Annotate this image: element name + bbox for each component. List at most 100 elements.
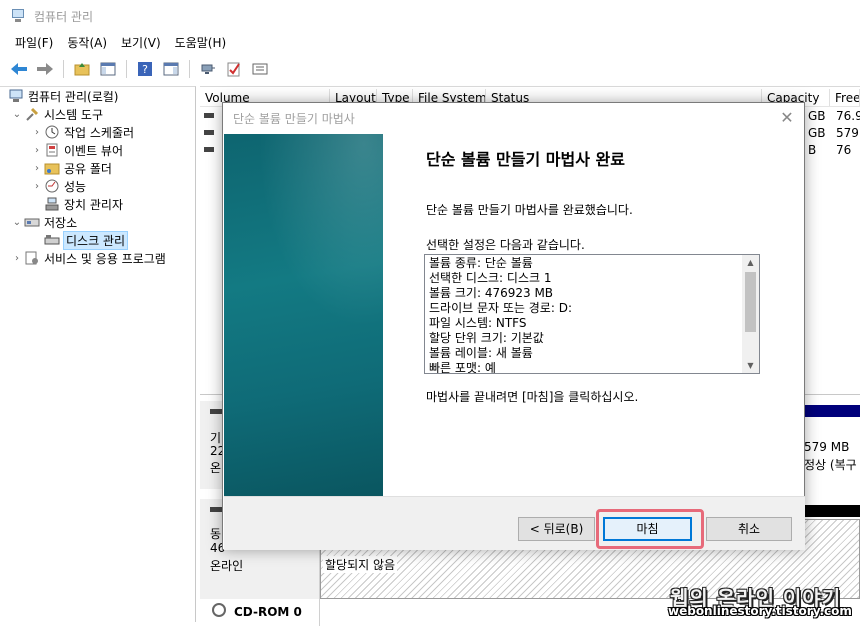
expand-chevron-icon[interactable]: › <box>30 127 44 138</box>
volume-capacity: GB <box>808 109 826 123</box>
tree-item-storage[interactable]: ⌄ 저장소 <box>10 213 77 231</box>
expand-chevron-icon[interactable]: › <box>30 145 44 156</box>
tree-label-system-tools: 시스템 도구 <box>44 107 104 122</box>
tree-item-shared-folders[interactable]: › 공유 폴더 <box>30 159 112 177</box>
partition-header-bar <box>804 405 860 417</box>
window-title: 컴퓨터 관리 <box>34 9 94 24</box>
disk-icon <box>210 507 222 512</box>
device-manager-icon <box>44 196 60 212</box>
drive-icon <box>204 130 214 135</box>
settings-summary-box[interactable]: 볼륨 종류: 단순 볼륨 선택한 디스크: 디스크 1 볼륨 크기: 47692… <box>424 254 760 374</box>
partition-size: 579 MB <box>804 440 850 454</box>
settings-label: 선택한 설정은 다음과 같습니다. <box>426 238 585 252</box>
properties-icon[interactable] <box>249 58 271 80</box>
expand-chevron-icon[interactable]: › <box>30 181 44 192</box>
disk-management-icon <box>44 232 60 248</box>
tree-label-device-manager: 장치 관리자 <box>64 197 124 212</box>
toolbar: ? <box>0 56 860 82</box>
clock-icon <box>44 124 60 140</box>
tree-label-services-apps: 서비스 및 응용 프로그램 <box>44 251 166 266</box>
expand-chevron-icon[interactable]: › <box>10 253 24 264</box>
tree-label-storage: 저장소 <box>44 215 78 230</box>
summary-lines: 볼륨 종류: 단순 볼륨 선택한 디스크: 디스크 1 볼륨 크기: 47692… <box>429 256 741 373</box>
tree-item-device-manager[interactable]: 장치 관리자 <box>44 195 123 213</box>
tree-label-shared-folders: 공유 폴더 <box>64 161 112 176</box>
collapse-chevron-icon[interactable]: ⌄ <box>10 217 24 228</box>
toolbar-separator <box>189 60 190 78</box>
menu-help[interactable]: 도움말(H) <box>168 32 234 54</box>
menu-file[interactable]: 파일(F) <box>8 32 60 54</box>
disk-icon <box>210 409 222 414</box>
back-arrow-icon[interactable] <box>8 58 30 80</box>
tree-item-root[interactable]: 컴퓨터 관리(로컬) <box>8 87 118 105</box>
watermark: 웹의 온라인 이야기 webonlinestory.tistory.com <box>660 580 860 626</box>
title-bar: 컴퓨터 관리 <box>0 0 860 32</box>
svg-text:?: ? <box>142 63 148 76</box>
volume-free: 76.9 <box>836 109 860 123</box>
toolbar-separator <box>63 60 64 78</box>
tree-item-event-viewer[interactable]: › 이벤트 뷰어 <box>30 141 123 159</box>
computer-management-icon <box>10 9 26 23</box>
summary-line: 볼륨 레이블: 새 볼륨 <box>429 346 533 360</box>
cdrom-icon <box>212 603 226 617</box>
dialog-body: 단순 볼륨 만들기 마법사 완료 단순 볼륨 만들기 마법사를 완료했습니다. … <box>383 134 804 496</box>
show-action-pane-icon[interactable] <box>160 58 182 80</box>
summary-line: 드라이브 문자 또는 경로: D: <box>429 301 572 315</box>
volume-free: 579 <box>836 126 859 140</box>
scroll-up-icon[interactable]: ▲ <box>742 255 759 270</box>
tree-item-system-tools[interactable]: ⌄ 시스템 도구 <box>10 105 103 123</box>
expand-chevron-icon[interactable]: › <box>30 163 44 174</box>
scrollbar-thumb[interactable] <box>745 272 756 332</box>
tools-icon <box>24 106 40 122</box>
finish-button[interactable]: 마침 <box>603 517 692 541</box>
wizard-dialog: 단순 볼륨 만들기 마법사 ✕ 단순 볼륨 만들기 마법사 완료 단순 볼륨 만… <box>222 102 805 550</box>
tree-item-task-scheduler[interactable]: › 작업 스케줄러 <box>30 123 134 141</box>
watermark-url: webonlinestory.tistory.com <box>668 604 852 618</box>
summary-line: 할당 단위 크기: 기본값 <box>429 331 544 345</box>
menu-view[interactable]: 보기(V) <box>114 32 168 54</box>
tree-item-services-apps[interactable]: › 서비스 및 응용 프로그램 <box>10 249 166 267</box>
tree-item-disk-management[interactable]: 디스크 관리 <box>44 230 129 250</box>
close-icon[interactable]: ✕ <box>778 109 796 127</box>
dialog-title-bar: 단순 볼륨 만들기 마법사 <box>223 103 804 133</box>
toolbar-separator <box>126 60 127 78</box>
cdrom-info[interactable]: CD-ROM 0 <box>200 599 320 626</box>
show-hide-tree-icon[interactable] <box>97 58 119 80</box>
finish-instruction: 마법사를 끝내려면 [마침]을 클릭하십시오. <box>426 390 639 404</box>
summary-line: 선택한 디스크: 디스크 1 <box>429 271 552 285</box>
tree-label-performance: 성능 <box>64 179 87 194</box>
tree-item-performance[interactable]: › 성능 <box>30 177 86 195</box>
unallocated-label: 할당되지 않음 <box>323 556 398 573</box>
disk-1-status: 온라인 <box>210 559 244 573</box>
connect-icon[interactable] <box>197 58 219 80</box>
forward-arrow-icon[interactable] <box>34 58 56 80</box>
checklist-icon[interactable] <box>223 58 245 80</box>
collapse-chevron-icon[interactable]: ⌄ <box>10 109 24 120</box>
summary-line: 파일 시스템: NTFS <box>429 316 527 330</box>
drive-icon <box>204 113 214 118</box>
wizard-banner-image <box>224 134 383 496</box>
tree-label-root: 컴퓨터 관리(로컬) <box>28 89 119 104</box>
summary-scrollbar[interactable]: ▲ ▼ <box>742 255 759 373</box>
menu-action[interactable]: 동작(A) <box>60 32 114 54</box>
volume-free: 76 <box>836 143 852 157</box>
disk-1-label: 동 <box>210 527 222 541</box>
services-icon <box>24 250 40 266</box>
column-free[interactable]: Free <box>830 89 860 106</box>
up-folder-icon[interactable] <box>71 58 93 80</box>
summary-line: 볼륨 종류: 단순 볼륨 <box>429 256 533 270</box>
back-button[interactable]: < 뒤로(B) <box>518 517 595 541</box>
menu-bar: 파일(F) 동작(A) 보기(V) 도움말(H) <box>0 32 860 54</box>
unallocated-header-bar <box>804 505 860 517</box>
partition-status: 정상 (복구 <box>804 458 857 472</box>
help-icon[interactable]: ? <box>134 58 156 80</box>
completion-message: 단순 볼륨 만들기 마법사를 완료했습니다. <box>426 203 633 217</box>
scroll-down-icon[interactable]: ▼ <box>742 358 759 373</box>
drive-icon <box>204 147 214 152</box>
performance-icon <box>44 178 60 194</box>
event-viewer-icon <box>44 142 60 158</box>
dialog-heading: 단순 볼륨 만들기 마법사 완료 <box>426 150 625 169</box>
summary-line: 볼륨 크기: 476923 MB <box>429 286 554 300</box>
storage-icon <box>24 214 40 230</box>
cancel-button[interactable]: 취소 <box>706 517 792 541</box>
